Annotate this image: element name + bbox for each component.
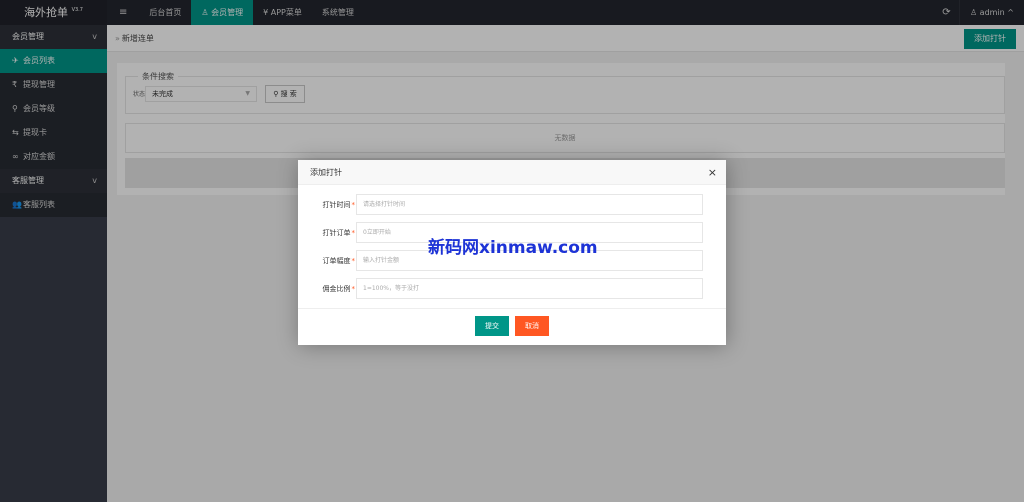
submit-button[interactable]: 提交: [475, 316, 509, 336]
modal-title: 添加打针: [310, 168, 342, 177]
close-icon[interactable]: ×: [708, 160, 717, 185]
modal-divider: [298, 308, 726, 309]
form-row-time: 打针时间* 请选择打针时间: [298, 194, 726, 216]
field-label: 打针订单*: [322, 229, 356, 237]
field-label: 佣金比例*: [322, 285, 356, 293]
field-label: 打针时间*: [322, 201, 356, 209]
cancel-button[interactable]: 取消: [515, 316, 549, 336]
form-row-commission: 佣金比例* 1=100%，等于没打: [298, 278, 726, 300]
field-label: 订单幅度*: [322, 257, 356, 265]
commission-input[interactable]: 1=100%，等于没打: [356, 278, 703, 299]
modal-header: 添加打针 ×: [298, 160, 726, 185]
watermark-text: 新码网xinmaw.com: [428, 238, 598, 258]
time-input[interactable]: 请选择打针时间: [356, 194, 703, 215]
